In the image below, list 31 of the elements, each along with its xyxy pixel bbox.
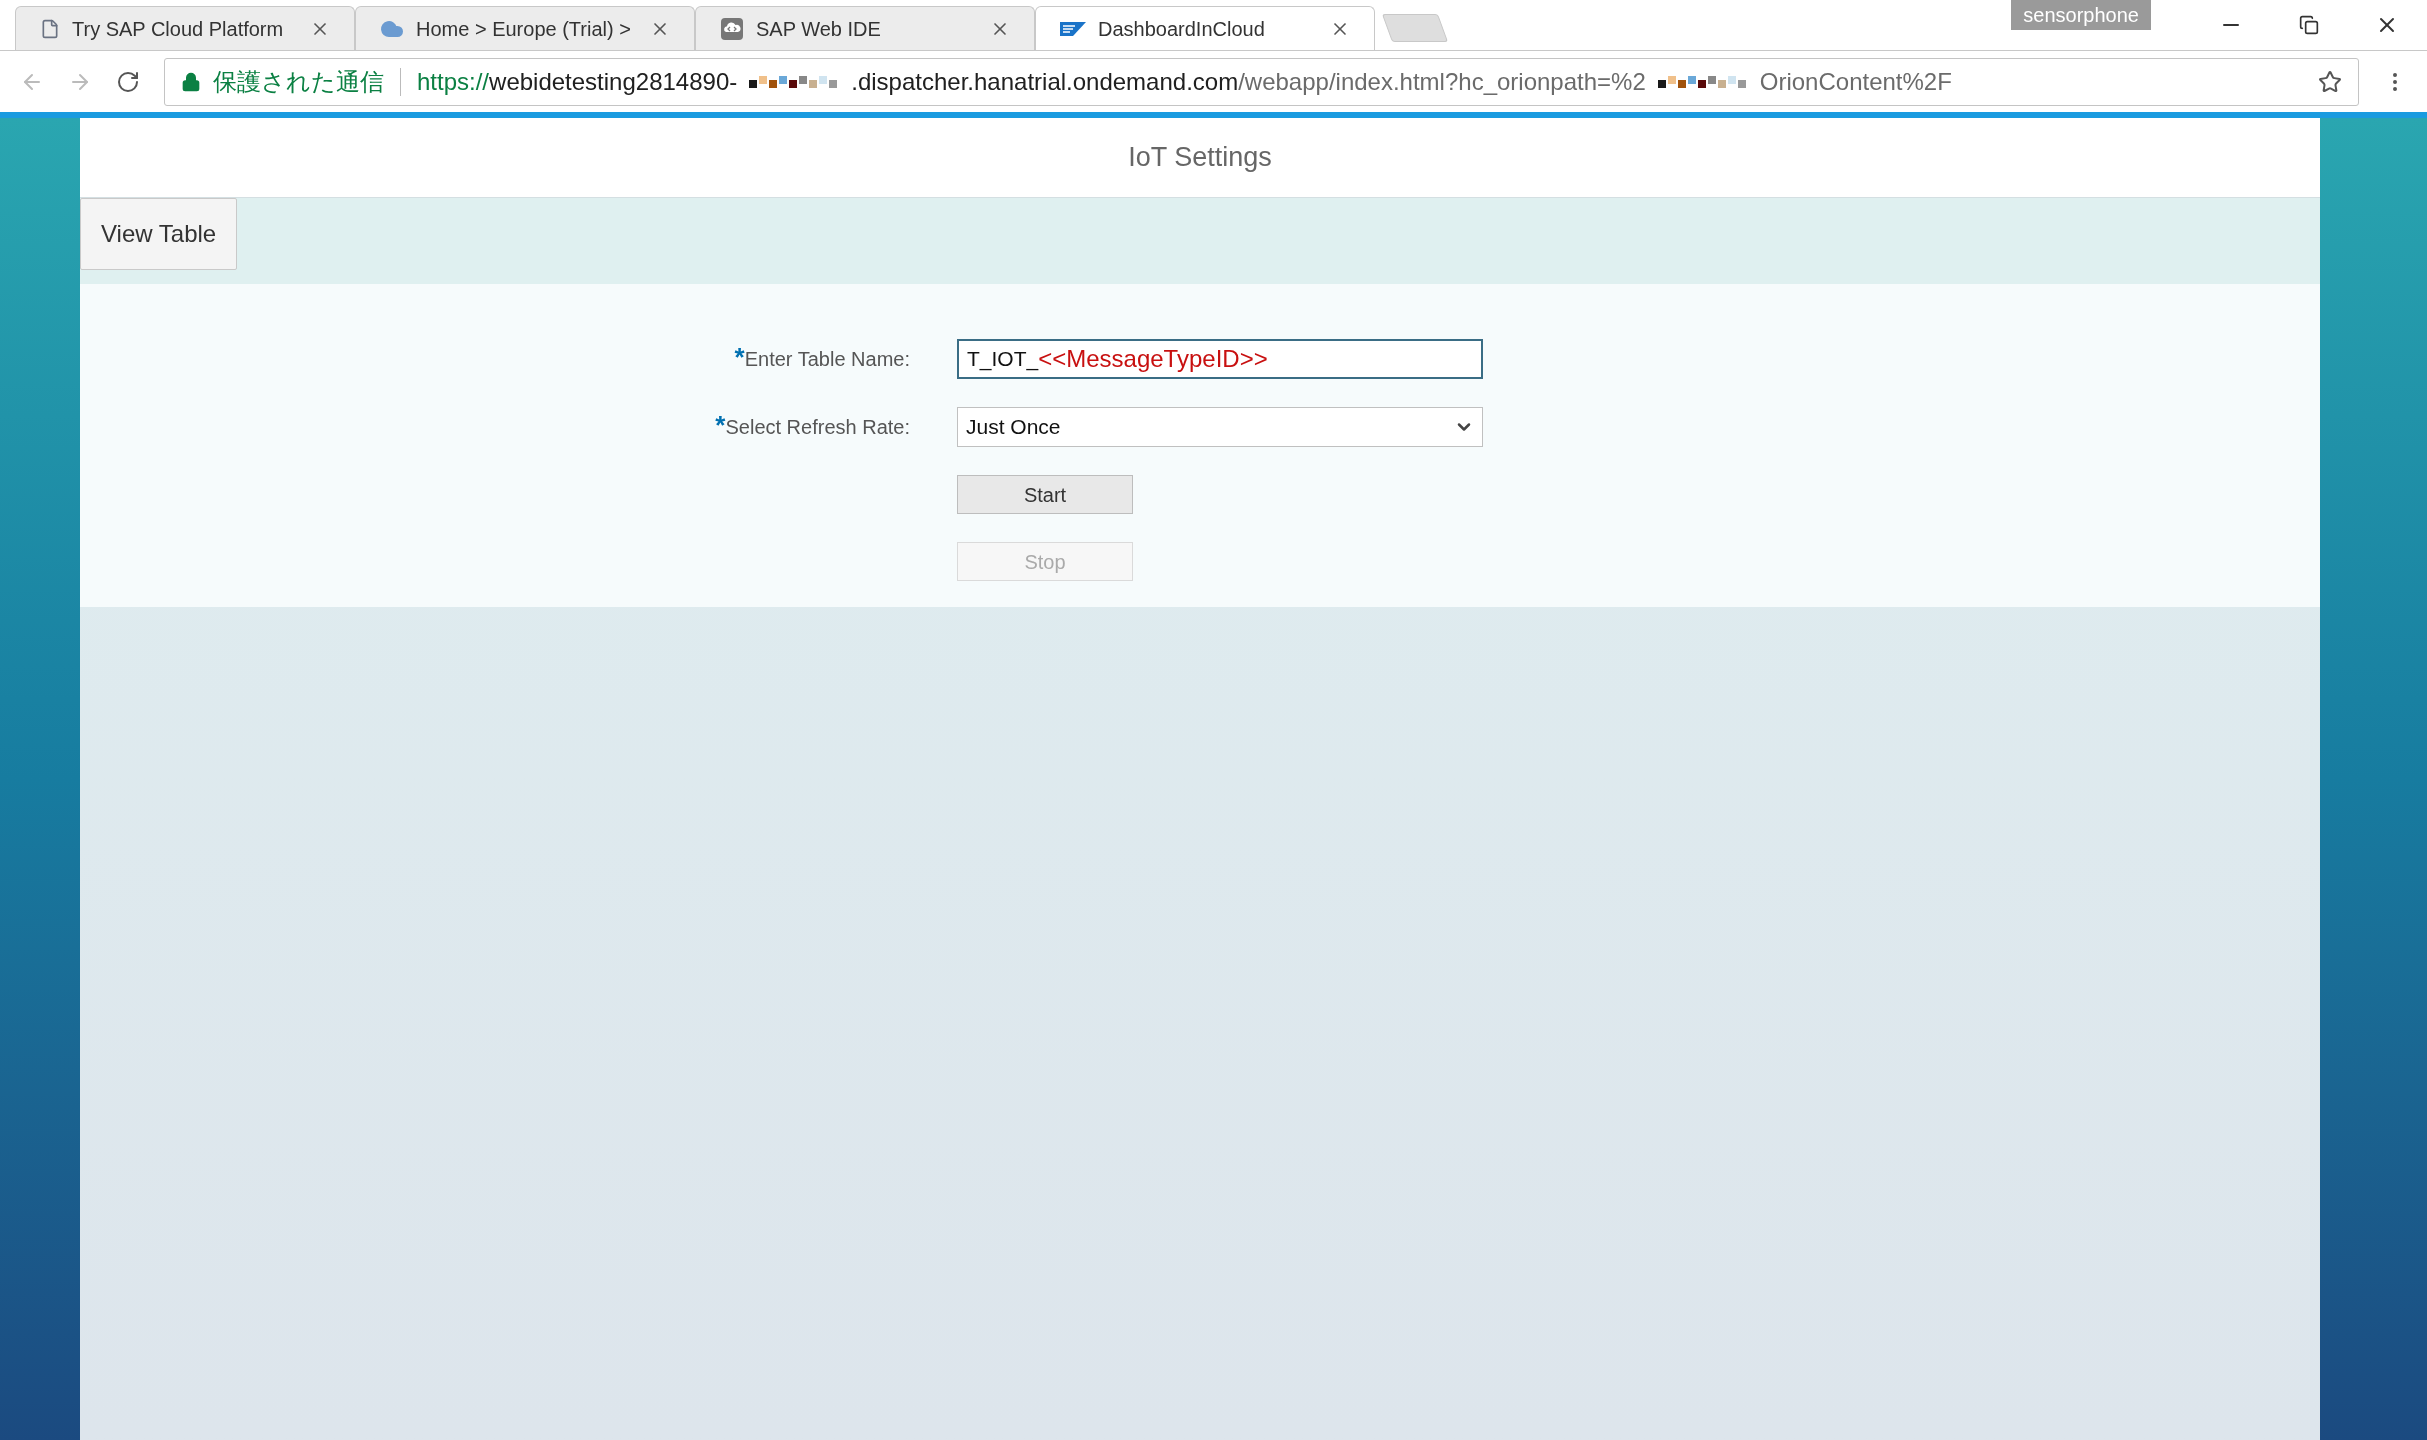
view-table-button[interactable]: View Table [80,198,238,270]
url-host: webidetesting2814890- [489,66,738,97]
browser-tab[interactable]: SAP Web IDE [695,6,1035,50]
browser-tab[interactable]: Home > Europe (Trial) > [355,6,695,50]
url-path: /webapp/index.html?hc_orionpath=%2 [1238,66,1646,97]
tab-title: SAP Web IDE [756,16,882,42]
tab-title: DashboardInCloud [1098,16,1266,42]
tab-title: Home > Europe (Trial) > [416,16,632,42]
bookmark-star-icon[interactable] [2318,69,2342,94]
restore-icon[interactable] [2299,15,2319,35]
field-label: Select Refresh Rate: [725,415,910,440]
browser-tab[interactable]: DashboardInCloud [1035,6,1375,50]
address-bar[interactable]: 保護された通信 https://webidetesting2814890- .dispatcher.hanatrial.ondemand.com/webapp/index.html?hc_orionpath=%2 OrionContent%2F [164,57,2359,106]
cloud-code-icon [720,16,744,41]
reload-icon[interactable] [116,69,140,94]
refresh-rate-dropdown[interactable]: Just Once [957,407,1483,447]
url-path: OrionContent%2F [1759,66,1952,97]
url-host: .dispatcher.hanatrial.ondemand.com [851,66,1239,97]
action-button[interactable]: Start [957,475,1133,514]
tab-title: Try SAP Cloud Platform [72,16,285,42]
url-scheme: https:// [417,66,490,97]
page-title: IoT Settings [1128,141,1272,175]
browser-tab[interactable]: Try SAP Cloud Platform [15,6,355,50]
page-icon [40,18,60,39]
required-asterisk: * [715,412,726,438]
required-asterisk: * [734,344,745,370]
table-name-field[interactable]: T_IOT_<<MessageTypeID>> [957,339,1483,379]
lock-icon [181,71,201,92]
logo-icon [1060,21,1086,36]
field-label: Enter Table Name: [744,347,910,372]
security-label: 保護された通信 [213,66,384,97]
